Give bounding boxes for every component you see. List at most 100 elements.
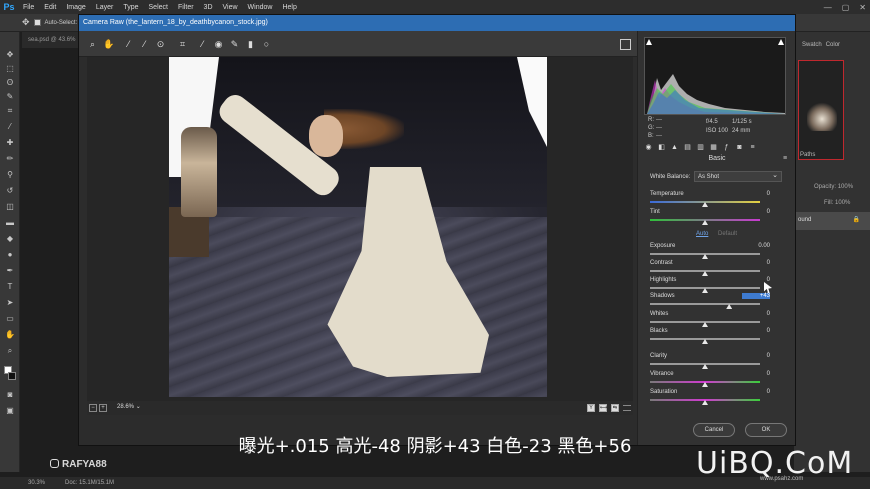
fill-control[interactable]: Fill: 100% [824, 200, 850, 206]
menu-item-edit[interactable]: Edit [39, 4, 61, 11]
radial-filter-icon[interactable]: ○ [261, 39, 272, 50]
menu-item-filter[interactable]: Filter [173, 4, 199, 11]
blacks-value-field[interactable]: 0 [742, 328, 770, 334]
swap-settings-button[interactable]: ⟷ [599, 404, 607, 412]
crop-icon[interactable]: ⌗ [177, 39, 188, 50]
default-button[interactable]: Default [718, 231, 737, 237]
temperature-label: Temperature [650, 191, 684, 197]
panel-menu-icon[interactable]: ≡ [783, 155, 791, 163]
blur-tool-icon[interactable]: ◆ [4, 234, 16, 244]
dodge-tool-icon[interactable]: ● [4, 250, 16, 260]
zoom-icon[interactable]: ⌕ [87, 39, 98, 50]
eraser-tool-icon[interactable]: ◫ [4, 202, 16, 212]
image-preview[interactable] [87, 57, 633, 401]
menu-item-image[interactable]: Image [61, 4, 90, 11]
shape-tool-icon[interactable]: ▭ [4, 314, 16, 324]
minimize-button[interactable]: — [824, 3, 832, 12]
presets-tab-icon[interactable]: ≡ [748, 143, 757, 152]
tab-swatches[interactable]: Swatch [802, 42, 822, 54]
opacity-control[interactable]: Opacity: 100% [814, 184, 853, 190]
preview-photo [169, 57, 547, 397]
paths-tab[interactable]: Paths [800, 152, 815, 158]
effects-tab-icon[interactable]: ƒ [722, 143, 731, 152]
open-preferences-icon[interactable] [620, 39, 631, 50]
white-balance-icon[interactable]: ⁄ [123, 39, 134, 50]
quick-select-tool-icon[interactable]: ✎ [4, 92, 16, 102]
targeted-adjust-icon[interactable]: ⊙ [155, 39, 166, 50]
path-select-icon[interactable]: ➤ [4, 298, 16, 308]
aperture-value: f/4.5 [706, 119, 718, 125]
menu-item-select[interactable]: Select [144, 4, 173, 11]
saturation-label: Saturation [650, 389, 678, 395]
basic-tab-icon[interactable]: ◉ [644, 143, 653, 152]
zoom-in-button[interactable]: + [99, 404, 107, 412]
maximize-button[interactable]: ▢ [842, 3, 850, 12]
saturation-value-field[interactable]: 0 [742, 389, 770, 395]
zoom-level-select[interactable]: 28.6% ⌄ [109, 403, 149, 413]
straighten-icon[interactable]: ⁄ [197, 39, 208, 50]
menu-item-layer[interactable]: Layer [91, 4, 119, 11]
auto-button[interactable]: Auto [696, 231, 708, 237]
whites-value-field[interactable]: 0 [742, 311, 770, 317]
gradient-tool-icon[interactable]: ▬ [4, 218, 16, 228]
close-button[interactable]: ✕ [859, 3, 866, 12]
menu-item-file[interactable]: File [18, 4, 39, 11]
shadows-value-field[interactable]: +43 [742, 293, 770, 299]
tint-value-field[interactable]: 0 [742, 209, 770, 215]
type-tool-icon[interactable]: T [4, 282, 16, 292]
graduated-filter-icon[interactable]: ▮ [245, 39, 256, 50]
hand-tool-icon[interactable]: ✋ [4, 330, 16, 340]
opacity-value[interactable]: 100% [838, 184, 853, 190]
menu-item-help[interactable]: Help [277, 4, 301, 11]
camera-raw-dialog: Camera Raw (the_lantern_18_by_deathbycan… [78, 14, 796, 446]
highlights-value-field[interactable]: 0 [742, 277, 770, 283]
marquee-tool-icon[interactable]: ⬚ [4, 64, 16, 74]
menu-item-3d[interactable]: 3D [199, 4, 218, 11]
adjustment-brush-icon[interactable]: ✎ [229, 39, 240, 50]
watermark-left: RAFYA88 [50, 459, 107, 470]
split-toning-tab-icon[interactable]: ▥ [696, 143, 705, 152]
preview-preferences-icon[interactable] [623, 405, 631, 411]
hand-icon[interactable]: ✋ [103, 39, 114, 50]
copy-settings-button[interactable]: ⇆ [611, 404, 619, 412]
menu-item-type[interactable]: Type [118, 4, 143, 11]
vibrance-value-field[interactable]: 0 [742, 371, 770, 377]
white-balance-select[interactable]: As Shot [694, 171, 782, 182]
red-eye-icon[interactable]: ◉ [213, 39, 224, 50]
clarity-value-field[interactable]: 0 [742, 353, 770, 359]
shadows-slider-track[interactable] [650, 303, 760, 305]
status-zoom[interactable]: 30.3% [28, 480, 45, 486]
screen-mode-icon[interactable]: ▣ [4, 406, 16, 416]
background-color-swatch[interactable] [8, 372, 16, 380]
detail-tab-icon[interactable]: ▲ [670, 143, 679, 152]
menu-item-window[interactable]: Window [243, 4, 278, 11]
layer-row[interactable]: ound 🔒 [794, 212, 870, 230]
zoom-tool-icon[interactable]: ⌕ [4, 346, 16, 356]
hsl-tab-icon[interactable]: ▤ [683, 143, 692, 152]
auto-select-checkbox[interactable] [33, 19, 41, 26]
pen-tool-icon[interactable]: ✒ [4, 266, 16, 276]
before-after-toggle[interactable]: Y [587, 404, 595, 412]
move-tool-icon[interactable]: ✥ [4, 50, 16, 60]
camera-calibration-tab-icon[interactable]: ◙ [735, 143, 744, 152]
eyedropper-tool-icon[interactable]: ⁄ [4, 122, 16, 132]
brush-tool-icon[interactable]: ✏ [4, 154, 16, 164]
lasso-tool-icon[interactable]: ʘ [4, 78, 16, 88]
quick-mask-icon[interactable]: ◙ [4, 390, 16, 400]
exposure-label: Exposure [650, 243, 676, 249]
menu-item-view[interactable]: View [218, 4, 243, 11]
history-brush-icon[interactable]: ↺ [4, 186, 16, 196]
contrast-value-field[interactable]: 0 [742, 260, 770, 266]
exposure-value-field[interactable]: 0.00 [742, 243, 770, 249]
tone-curve-tab-icon[interactable]: ◧ [657, 143, 666, 152]
lens-tab-icon[interactable]: ▦ [709, 143, 718, 152]
fill-value[interactable]: 100% [835, 200, 850, 206]
temperature-value-field[interactable]: 0 [742, 191, 770, 197]
stamp-tool-icon[interactable]: ⚲ [4, 170, 16, 180]
healing-tool-icon[interactable]: ✚ [4, 138, 16, 148]
zoom-out-button[interactable]: − [89, 404, 97, 412]
document-tab[interactable]: sea.psd @ 43.6% [22, 32, 82, 48]
tab-color[interactable]: Color [826, 42, 840, 54]
color-sampler-icon[interactable]: ⁄ [139, 39, 150, 50]
crop-tool-icon[interactable]: ⌗ [4, 106, 16, 116]
